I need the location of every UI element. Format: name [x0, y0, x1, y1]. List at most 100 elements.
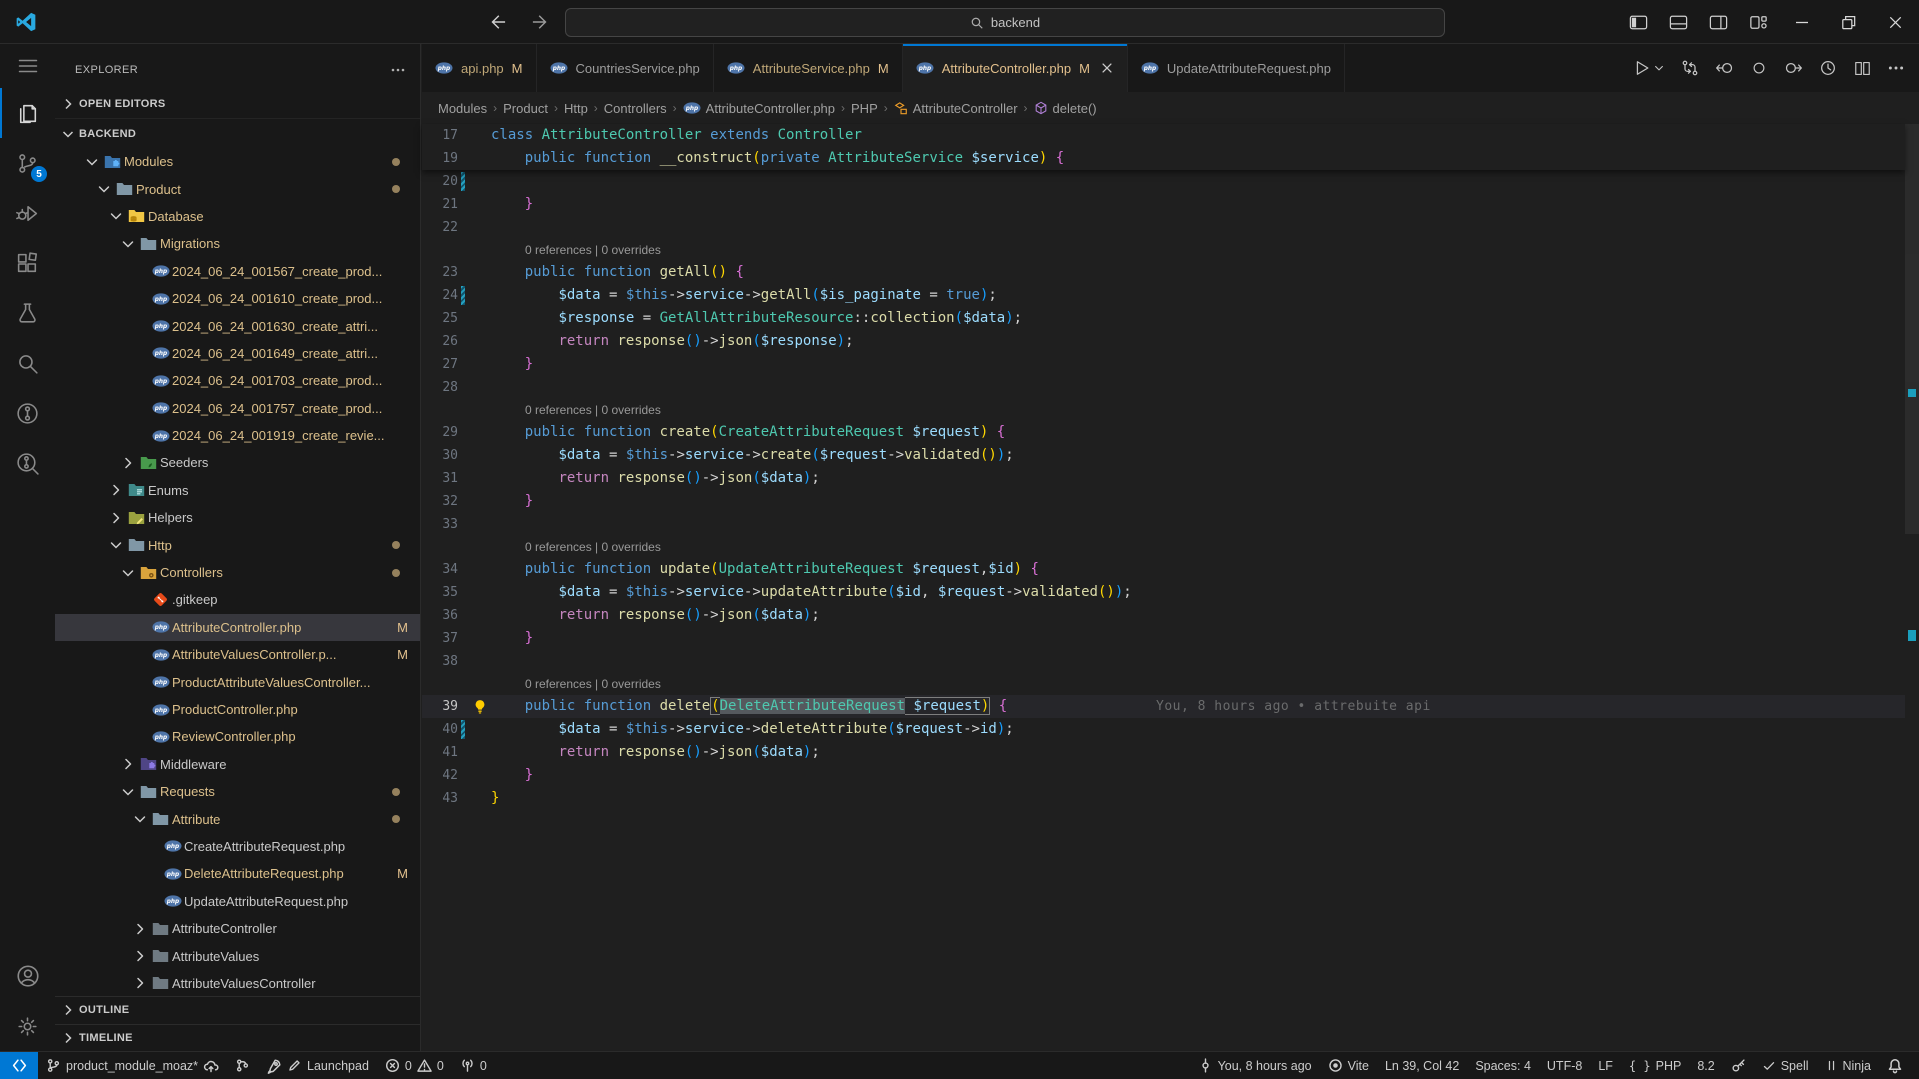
activity-run-and-debug[interactable]	[0, 188, 55, 238]
code-line[interactable]: 37 }	[422, 627, 1905, 650]
status-php-version[interactable]: 8.2	[1689, 1052, 1722, 1079]
toggle-sidebar-icon[interactable]	[1618, 0, 1658, 44]
code-line[interactable]: 21 }	[422, 193, 1905, 216]
tree-item[interactable]: .gitkeep	[55, 586, 420, 613]
tree-item[interactable]: Requests	[55, 778, 420, 805]
activity-explorer[interactable]	[0, 88, 55, 138]
activity-accounts[interactable]	[0, 951, 55, 1001]
tree-item[interactable]: phpUpdateAttributeRequest.php	[55, 888, 420, 915]
tree-item[interactable]: Database	[55, 203, 420, 230]
previous-change[interactable]	[1715, 58, 1735, 78]
tree-item[interactable]: phpReviewController.php	[55, 723, 420, 750]
activity-settings[interactable]	[0, 1001, 55, 1051]
codelens[interactable]: 0 references | 0 overrides	[422, 399, 1905, 421]
code-line[interactable]: 42 }	[422, 764, 1905, 787]
breadcrumb-item[interactable]: Controllers	[604, 101, 667, 116]
tree-item[interactable]: phpAttributeController.phpM	[55, 614, 420, 641]
code-line[interactable]: 20	[422, 170, 1905, 193]
code-line[interactable]: 31 return response()->json($data);	[422, 467, 1905, 490]
file-history[interactable]	[1818, 58, 1838, 78]
status-git-branch-item[interactable]: product_module_moaz*	[38, 1052, 227, 1079]
tree-item[interactable]: Controllers	[55, 559, 420, 586]
code-line[interactable]: 30 $data = $this->service->create($reque…	[422, 444, 1905, 467]
tree-item[interactable]: AttributeValuesController	[55, 970, 420, 996]
code-line[interactable]: 33	[422, 513, 1905, 536]
tab-AttributeService.php[interactable]: phpAttributeService.phpM	[714, 44, 903, 92]
tree-item[interactable]: php2024_06_24_001610_create_prod...	[55, 285, 420, 312]
tree-item[interactable]: Migrations	[55, 230, 420, 257]
tree-item[interactable]: Product	[55, 175, 420, 202]
status-indentation[interactable]: Spaces: 4	[1467, 1052, 1539, 1079]
activity-gitlens[interactable]	[0, 388, 55, 438]
status-language-mode[interactable]: { }PHP	[1621, 1052, 1689, 1079]
code-line[interactable]: 35 $data = $this->service->updateAttribu…	[422, 581, 1905, 604]
status-git-graph-item[interactable]	[227, 1052, 258, 1079]
breadcrumb-item[interactable]: Modules	[438, 101, 487, 116]
tab-AttributeController.php[interactable]: phpAttributeController.phpM	[903, 44, 1128, 92]
status-notifications[interactable]	[1879, 1052, 1911, 1079]
breadcrumb-item[interactable]: AttributeController	[894, 101, 1018, 116]
tree-item[interactable]: Enums	[55, 477, 420, 504]
tree-item[interactable]: AttributeController	[55, 915, 420, 942]
code-line[interactable]: 17class AttributeController extends Cont…	[422, 124, 1905, 147]
code-line[interactable]: 26 return response()->json($response);	[422, 330, 1905, 353]
tree-item[interactable]: phpDeleteAttributeRequest.phpM	[55, 860, 420, 887]
codelens[interactable]: 0 references | 0 overrides	[422, 536, 1905, 558]
breadcrumb-item[interactable]: Http	[564, 101, 588, 116]
code-line[interactable]: 41 return response()->json($data);	[422, 741, 1905, 764]
open-editors-section[interactable]: OPEN EDITORS	[55, 90, 420, 119]
status-launchpad-item[interactable]: Launchpad	[258, 1052, 377, 1079]
code-line[interactable]: 19 public function __construct(private A…	[422, 147, 1905, 170]
breadcrumb-item[interactable]: delete()	[1034, 101, 1097, 116]
customize-layout-icon[interactable]	[1738, 0, 1778, 44]
code-line[interactable]: 38	[422, 650, 1905, 673]
tree-item[interactable]: php2024_06_24_001919_create_revie...	[55, 422, 420, 449]
code-line[interactable]: 25 $response = GetAllAttributeResource::…	[422, 307, 1905, 330]
breadcrumb-item[interactable]: Product	[503, 101, 548, 116]
tree-item[interactable]: phpProductAttributeValuesController...	[55, 668, 420, 695]
command-center-search[interactable]: backend	[565, 8, 1445, 37]
status-problems-item[interactable]: 00	[377, 1052, 452, 1079]
status-broadcast-item[interactable]: 0	[452, 1052, 495, 1079]
status-ninja-item[interactable]: Ninja	[1817, 1052, 1880, 1079]
status-spell-item[interactable]: Spell	[1754, 1052, 1817, 1079]
tree-item[interactable]: Attribute	[55, 805, 420, 832]
breadcrumb-item[interactable]: phpAttributeController.php	[683, 101, 835, 116]
toggle-secondary-sidebar-icon[interactable]	[1698, 0, 1738, 44]
status-cursor-position[interactable]: Ln 39, Col 42	[1377, 1052, 1467, 1079]
tree-item[interactable]: Middleware	[55, 751, 420, 778]
nav-forward-icon[interactable]	[526, 8, 556, 36]
minimize-button[interactable]	[1778, 0, 1825, 44]
tab-UpdateAttributeRequest.php[interactable]: phpUpdateAttributeRequest.php	[1128, 44, 1345, 92]
toggle-panel-icon[interactable]	[1658, 0, 1698, 44]
tree-item[interactable]: Http	[55, 531, 420, 558]
timeline-section[interactable]: TIMELINE	[55, 1024, 420, 1051]
status-remote-indicator[interactable]	[0, 1052, 38, 1079]
status-encoding[interactable]: UTF-8	[1539, 1052, 1590, 1079]
code-line[interactable]: 22	[422, 216, 1905, 239]
tree-item[interactable]: php2024_06_24_001630_create_attri...	[55, 312, 420, 339]
tree-item[interactable]: phpProductController.php	[55, 696, 420, 723]
code-line[interactable]: 39 public function delete(DeleteAttribut…	[422, 695, 1905, 718]
code-line[interactable]: 24 $data = $this->service->getAll($is_pa…	[422, 284, 1905, 307]
code-line[interactable]: 27 }	[422, 353, 1905, 376]
codelens[interactable]: 0 references | 0 overrides	[422, 239, 1905, 261]
activity-menu[interactable]	[0, 44, 55, 88]
activity-search[interactable]	[0, 338, 55, 388]
status-blame-item[interactable]: You, 8 hours ago	[1190, 1052, 1320, 1079]
code-line[interactable]: 32 }	[422, 490, 1905, 513]
tree-item[interactable]: Modules	[55, 148, 420, 175]
codelens[interactable]: 0 references | 0 overrides	[422, 673, 1905, 695]
activity-gitlens-inspect[interactable]	[0, 438, 55, 488]
tree-item[interactable]: Seeders	[55, 449, 420, 476]
status-vite-item[interactable]: Vite	[1320, 1052, 1377, 1079]
tree-item[interactable]: AttributeValues	[55, 942, 420, 969]
close-icon[interactable]	[1100, 61, 1114, 75]
workspace-root-section[interactable]: BACKEND	[55, 119, 420, 148]
tab-api.php[interactable]: phpapi.phpM	[422, 44, 537, 92]
code-line[interactable]: 28	[422, 376, 1905, 399]
split-editor[interactable]	[1853, 59, 1872, 78]
code-line[interactable]: 34 public function update(UpdateAttribut…	[422, 558, 1905, 581]
run-code-button[interactable]	[1632, 58, 1665, 78]
code-line[interactable]: 29 public function create(CreateAttribut…	[422, 421, 1905, 444]
